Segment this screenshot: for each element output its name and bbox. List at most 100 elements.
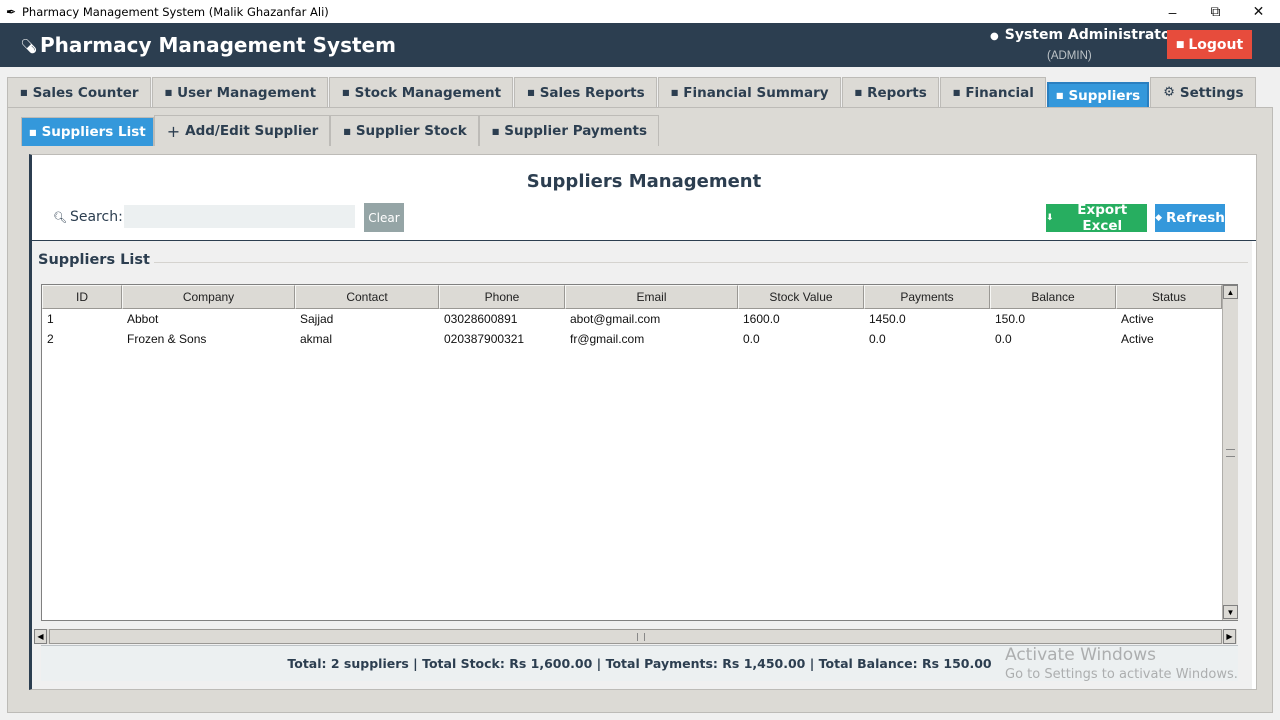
tab-settings[interactable]: ⚙ Settings: [1150, 77, 1256, 107]
suppliers-list-group: Suppliers List ID Company Contact Phone …: [32, 241, 1252, 689]
bank-icon: ■: [952, 88, 961, 97]
group-border: [140, 262, 1248, 263]
refresh-button[interactable]: ◆ Refresh: [1155, 204, 1225, 232]
window-title: Pharmacy Management System (Malik Ghazan…: [22, 4, 329, 19]
activation-watermark: Activate Windows Go to Settings to activ…: [1005, 645, 1238, 682]
scroll-down-arrow-icon[interactable]: ▼: [1223, 605, 1238, 619]
cell-stock-value: 1600.0: [743, 312, 780, 326]
tab-label: Sales Reports: [539, 84, 645, 101]
scroll-thumb[interactable]: [49, 629, 1222, 644]
tab-label: Stock Management: [354, 84, 502, 101]
tab-financial-summary[interactable]: ■ Financial Summary: [657, 77, 841, 107]
minimize-button[interactable]: –: [1151, 0, 1194, 23]
chart-icon: ■: [527, 88, 535, 97]
column-header-balance[interactable]: Balance: [990, 285, 1116, 309]
pill-icon: 💊︎: [20, 38, 38, 54]
money-icon: ■: [491, 126, 500, 136]
search-input[interactable]: [124, 205, 355, 228]
report-icon: ■: [854, 88, 863, 97]
tab-label: Suppliers: [1068, 87, 1141, 104]
vertical-scrollbar[interactable]: ▲ ▼: [1222, 285, 1238, 620]
user-icon: ■: [164, 88, 173, 97]
suppliers-content: Suppliers Management 🔍︎ Search: Clear ⬇ Ex…: [29, 154, 1257, 690]
user-icon: ●: [990, 31, 999, 42]
subtab-supplier-stock[interactable]: ■ Supplier Stock: [330, 115, 479, 146]
tab-user-management[interactable]: ■ User Management: [151, 77, 329, 107]
search-icon: 🔍︎: [53, 211, 67, 224]
column-header-phone[interactable]: Phone: [439, 285, 565, 309]
close-button[interactable]: ✕: [1237, 0, 1280, 23]
horizontal-scrollbar[interactable]: ◀ ▶: [34, 629, 1237, 644]
gear-icon: ⚙: [1163, 85, 1175, 100]
table-row[interactable]: 1 Abbot Sajjad 03028600891 abot@gmail.co…: [42, 309, 1222, 329]
search-label: 🔍︎ Search:: [53, 209, 123, 225]
box-icon: ■: [342, 88, 350, 97]
list-icon: ■: [29, 127, 37, 137]
tab-label: Reports: [867, 84, 927, 101]
column-header-email[interactable]: Email: [565, 285, 738, 309]
user-name-text: System Administrator: [1004, 27, 1178, 43]
window-titlebar: ✒ Pharmacy Management System (Malik Ghaz…: [0, 0, 1280, 23]
subtab-label: Add/Edit Supplier: [185, 123, 319, 139]
cell-id: 2: [47, 332, 54, 346]
logout-icon: ■: [1175, 39, 1185, 50]
tab-stock-management[interactable]: ■ Stock Management: [329, 77, 514, 107]
clear-button[interactable]: Clear: [364, 203, 404, 232]
column-header-id[interactable]: ID: [42, 285, 122, 309]
user-role: (ADMIN): [1047, 50, 1092, 62]
column-header-status[interactable]: Status: [1116, 285, 1222, 309]
table-header: ID Company Contact Phone Email Stock Val…: [42, 285, 1222, 309]
supplier-subtabs: ■ Suppliers List + Add/Edit Supplier ■ Supp…: [21, 115, 660, 146]
app-title: Pharmacy Management System: [40, 33, 396, 57]
column-header-company[interactable]: Company: [122, 285, 295, 309]
cell-payments: 1450.0: [869, 312, 906, 326]
main-tabs: ■ Sales Counter ■ User Management ■ Stock M…: [7, 77, 1257, 109]
tab-suppliers[interactable]: ■ Suppliers: [1046, 82, 1150, 109]
user-name: ● System Administrator: [990, 27, 1178, 43]
cell-stock-value: 0.0: [743, 332, 760, 346]
tab-financial[interactable]: ■ Financial: [939, 77, 1046, 107]
table-row[interactable]: 2 Frozen & Sons akmal 020387900321 fr@gm…: [42, 329, 1222, 349]
download-icon: ⬇: [1046, 213, 1054, 223]
window-controls: – ⧉ ✕: [1151, 0, 1280, 23]
export-excel-button[interactable]: ⬇ Export Excel: [1046, 202, 1147, 234]
tab-label: User Management: [177, 84, 317, 101]
subtab-supplier-payments[interactable]: ■ Supplier Payments: [478, 115, 660, 146]
app-header: 💊︎ Pharmacy Management System ● System Ad…: [0, 23, 1280, 67]
tab-label: Sales Counter: [32, 84, 139, 101]
cart-icon: ■: [20, 88, 28, 97]
search-label-text: Search:: [69, 209, 123, 225]
restore-button[interactable]: ⧉: [1194, 0, 1237, 23]
cell-payments: 0.0: [869, 332, 886, 346]
column-header-stock-value[interactable]: Stock Value: [738, 285, 864, 309]
scroll-grip: [1226, 449, 1235, 457]
subtab-label: Supplier Stock: [355, 123, 467, 139]
logout-button[interactable]: ■ Logout: [1167, 30, 1252, 59]
cell-contact: akmal: [300, 332, 333, 346]
page-title: Suppliers Management: [526, 171, 762, 192]
cell-balance: 0.0: [995, 332, 1012, 346]
cell-email: abot@gmail.com: [570, 312, 661, 326]
table-body: 1 Abbot Sajjad 03028600891 abot@gmail.co…: [42, 309, 1222, 349]
subtab-suppliers-list[interactable]: ■ Suppliers List: [21, 117, 154, 146]
cell-company: Frozen & Sons: [127, 332, 207, 346]
scroll-left-arrow-icon[interactable]: ◀: [34, 629, 47, 644]
cell-status: Active: [1121, 332, 1154, 346]
logout-label: Logout: [1188, 36, 1244, 53]
tab-sales-reports[interactable]: ■ Sales Reports: [514, 77, 657, 107]
feather-icon: ✒: [5, 4, 17, 19]
tab-reports[interactable]: ■ Reports: [841, 77, 939, 107]
cell-balance: 150.0: [995, 312, 1026, 326]
scroll-up-arrow-icon[interactable]: ▲: [1223, 285, 1238, 299]
column-header-payments[interactable]: Payments: [864, 285, 990, 309]
cell-id: 1: [47, 312, 54, 326]
cell-phone: 020387900321: [444, 332, 525, 346]
group-title: Suppliers List: [38, 252, 154, 268]
column-header-contact[interactable]: Contact: [295, 285, 439, 309]
tab-sales-counter[interactable]: ■ Sales Counter: [7, 77, 151, 107]
subtab-label: Supplier Payments: [504, 123, 648, 139]
truck-icon: ■: [1055, 91, 1064, 100]
subtab-label: Suppliers List: [41, 124, 146, 140]
subtab-add-edit-supplier[interactable]: + Add/Edit Supplier: [153, 115, 331, 146]
scroll-right-arrow-icon[interactable]: ▶: [1223, 629, 1236, 644]
